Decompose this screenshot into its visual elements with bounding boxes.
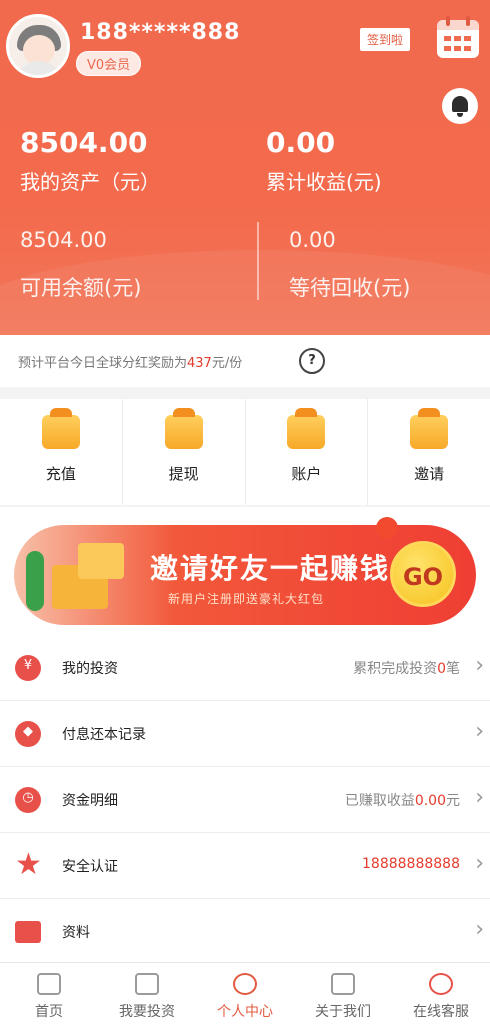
tab-customer-service[interactable]: 在线客服 <box>392 963 490 1024</box>
dividend-text: 预计平台今日全球分红奖励为437元/份 <box>18 356 243 371</box>
total-assets-label: 我的资产（元） <box>20 170 160 194</box>
account-menu: ¥ 我的投资 累积完成投资0笔 › ◆ 付息还本记录 › ◷ 资金明细 已赚取收… <box>0 635 490 965</box>
home-icon <box>37 973 61 995</box>
support-agent-icon <box>429 973 453 995</box>
user-icon <box>233 973 257 995</box>
menu-interest-records[interactable]: ◆ 付息还本记录 › <box>0 701 490 767</box>
divider <box>257 222 259 300</box>
menu-security[interactable]: 安全认证 18888888888 › <box>0 833 490 899</box>
user-phone: 188*****888 <box>80 20 241 45</box>
tab-about[interactable]: 关于我们 <box>294 963 392 1024</box>
menu-value: 已赚取收益0.00元 <box>344 793 460 809</box>
total-earnings-label: 累计收益(元) <box>266 170 382 194</box>
clipboard-icon <box>287 408 326 449</box>
tab-personal-center[interactable]: 个人中心 <box>196 963 294 1024</box>
tab-label: 在线客服 <box>413 1004 469 1020</box>
recharge-button[interactable]: 充值 <box>0 399 123 505</box>
invite-label: 邀请 <box>414 465 445 483</box>
bottom-tab-bar: 首页 我要投资 个人中心 关于我们 在线客服 <box>0 962 490 1024</box>
tab-home[interactable]: 首页 <box>0 963 98 1024</box>
menu-value: 累积完成投资0笔 <box>353 661 460 677</box>
tab-label: 个人中心 <box>217 1004 273 1020</box>
chevron-right-icon: › <box>475 851 484 876</box>
recharge-icon <box>41 408 80 449</box>
pending-recovery-label: 等待回收(元) <box>289 276 411 300</box>
account-label: 账户 <box>291 465 322 483</box>
banner-title: 邀请好友一起赚钱 <box>150 552 391 585</box>
account-button[interactable]: 账户 <box>246 399 369 505</box>
menu-value: 18888888888 <box>362 856 460 872</box>
star-icon <box>15 847 42 882</box>
mail-icon <box>15 921 41 943</box>
gift-boxes-illustration <box>22 537 132 617</box>
tab-label: 首页 <box>35 1004 63 1020</box>
calendar-icon[interactable] <box>437 16 479 58</box>
tab-label: 我要投资 <box>119 1004 175 1020</box>
quick-actions: 充值 提现 账户 邀请 <box>0 399 490 505</box>
chevron-right-icon: › <box>475 785 484 810</box>
chevron-right-icon: › <box>475 719 484 744</box>
avatar[interactable] <box>6 14 70 78</box>
gift-icon <box>410 408 449 449</box>
book-icon <box>331 973 355 995</box>
menu-fund-details[interactable]: ◷ 资金明细 已赚取收益0.00元 › <box>0 767 490 833</box>
bell-icon[interactable] <box>442 88 478 124</box>
go-button[interactable]: GO <box>390 541 456 607</box>
tab-label: 关于我们 <box>315 1004 371 1020</box>
recharge-label: 充值 <box>45 465 76 483</box>
available-balance-label: 可用余额(元) <box>20 276 142 300</box>
member-level-badge: V0会员 <box>76 51 142 76</box>
available-balance-value: 8504.00 <box>20 228 107 252</box>
sign-in-status[interactable]: 签到啦 <box>360 28 411 51</box>
menu-label: 资料 <box>62 925 90 941</box>
avatar-body <box>15 61 63 75</box>
bell-icon <box>376 517 398 539</box>
help-icon[interactable]: ? <box>299 348 325 374</box>
menu-label: 我的投资 <box>62 661 118 677</box>
menu-my-investments[interactable]: ¥ 我的投资 累积完成投资0笔 › <box>0 635 490 701</box>
chevron-right-icon: › <box>475 917 484 942</box>
withdraw-label: 提现 <box>168 465 199 483</box>
total-earnings-value: 0.00 <box>266 126 336 159</box>
account-header: 188*****888 V0会员 签到啦 8504.00 我的资产（元） 0.0… <box>0 0 490 335</box>
bar-chart-icon <box>135 973 159 995</box>
clock-icon: ◷ <box>15 787 41 813</box>
invite-button[interactable]: 邀请 <box>368 399 490 505</box>
banner-subtitle: 新用户注册即送豪礼大红包 <box>168 592 325 606</box>
total-assets-value: 8504.00 <box>20 126 148 159</box>
yen-icon: ¥ <box>15 655 41 681</box>
withdraw-button[interactable]: 提现 <box>123 399 246 505</box>
gift-icon <box>164 408 203 449</box>
menu-profile[interactable]: 资料 › <box>0 899 490 965</box>
invite-banner[interactable]: 邀请好友一起赚钱 新用户注册即送豪礼大红包 GO <box>0 507 490 635</box>
chevron-right-icon: › <box>475 653 484 678</box>
menu-label: 付息还本记录 <box>62 727 146 743</box>
menu-label: 安全认证 <box>62 859 118 875</box>
menu-label: 资金明细 <box>62 793 118 809</box>
diamond-icon: ◆ <box>15 721 41 747</box>
dividend-amount: 437 <box>187 356 212 371</box>
pending-recovery-value: 0.00 <box>289 228 336 252</box>
tab-invest[interactable]: 我要投资 <box>98 963 196 1024</box>
dividend-notice: 预计平台今日全球分红奖励为437元/份 ? <box>0 335 490 387</box>
